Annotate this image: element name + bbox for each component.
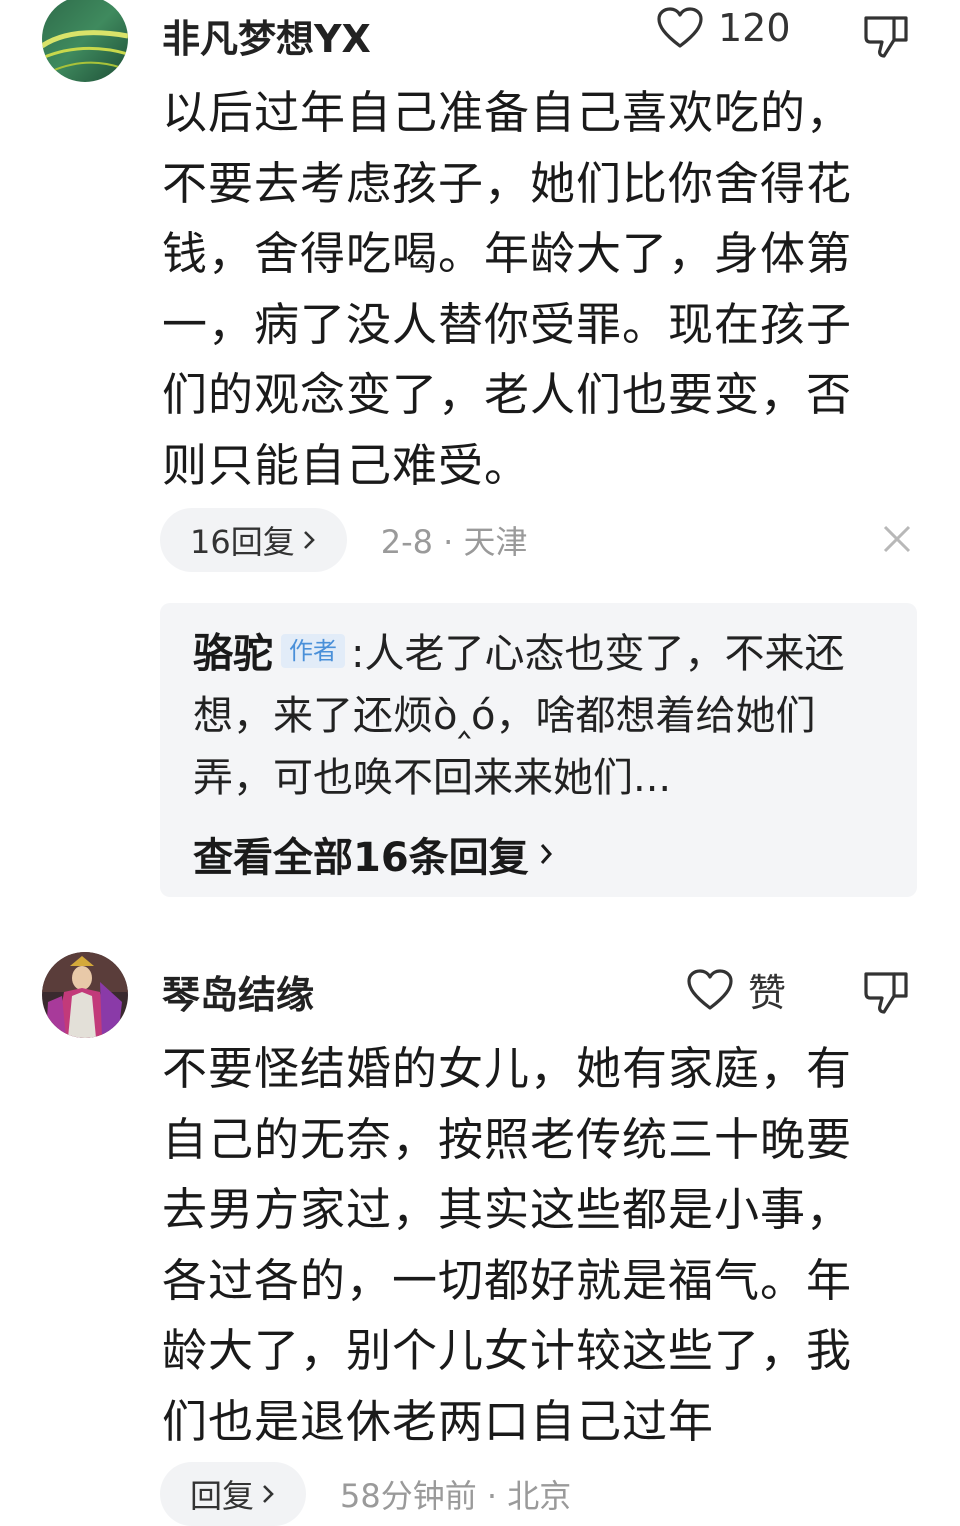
replies-button[interactable]: 16回复	[160, 508, 347, 572]
like-button[interactable]: 赞	[686, 962, 786, 1017]
comment-date-location: 2-8 · 天津	[380, 523, 528, 561]
comment-time-location: 58分钟前 · 北京	[340, 1477, 572, 1515]
chevron-right-icon	[263, 1485, 274, 1503]
close-icon[interactable]	[880, 522, 914, 556]
chevron-right-icon	[303, 531, 315, 549]
thumbs-down-icon[interactable]	[862, 12, 910, 60]
comment-text: 以后过年自己准备自己喜欢吃的，不要去考虑孩子，她们比你舍得花钱，舍得吃喝。年龄大…	[162, 86, 853, 492]
reply-label: 回复	[190, 1477, 255, 1515]
like-label: 赞	[748, 971, 787, 1015]
chevron-right-icon	[540, 844, 552, 864]
comment-meta: 16回复 2-8 · 天津	[160, 508, 528, 572]
reply-author[interactable]: 骆驼	[193, 631, 273, 677]
view-all-replies-link[interactable]: 查看全部16条回复	[193, 825, 555, 883]
username[interactable]: 琴岛结缘	[162, 964, 314, 1019]
reply-separator: :	[351, 631, 365, 677]
view-all-label: 查看全部16条回复	[193, 835, 529, 881]
author-badge: 作者	[281, 634, 345, 668]
like-button[interactable]: 120	[656, 6, 791, 50]
username[interactable]: 非凡梦想YX	[162, 8, 371, 63]
heart-outline-icon	[687, 968, 733, 1010]
top-reply: 骆驼 作者:人老了心态也变了，不来还想，来了还烦ò‸ó，啥都想着给她们弄，可也唤不…	[193, 623, 893, 809]
like-count: 120	[718, 6, 791, 50]
reply-button[interactable]: 回复	[160, 1462, 307, 1526]
thumbs-down-icon[interactable]	[862, 968, 910, 1016]
comment-text: 不要怪结婚的女儿，她有家庭，有自己的无奈，按照老传统三十晚要去男方家过，其实这些…	[162, 1042, 853, 1448]
comment-meta: 回复 58分钟前 · 北京	[160, 1462, 571, 1526]
heart-outline-icon	[657, 7, 703, 48]
user-avatar[interactable]	[42, 952, 128, 1038]
top-reply-box[interactable]: 骆驼 作者:人老了心态也变了，不来还想，来了还烦ò‸ó，啥都想着给她们弄，可也唤不…	[160, 603, 917, 897]
replies-label: 16回复	[190, 523, 295, 561]
user-avatar[interactable]	[42, 0, 128, 82]
